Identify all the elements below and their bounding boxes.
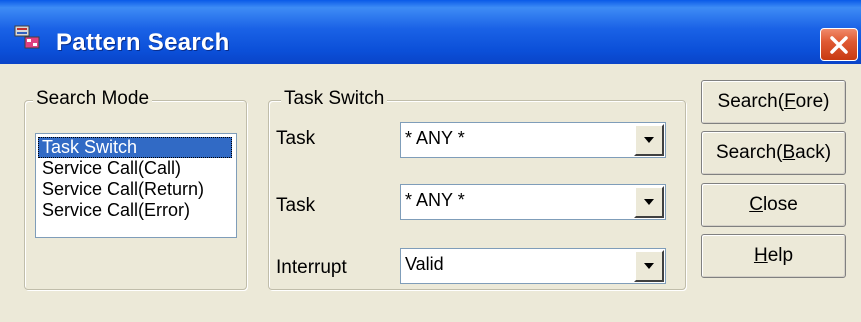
- help-button[interactable]: Help: [701, 234, 846, 278]
- list-item-task-switch[interactable]: Task Switch: [38, 137, 232, 158]
- interrupt-combo-value: Valid: [405, 254, 444, 274]
- task-combo-2-value: * ANY *: [405, 190, 465, 210]
- task-combo-2[interactable]: * ANY *: [400, 184, 666, 220]
- search-fore-label-post: ore): [795, 91, 830, 112]
- search-back-label-post: ack): [795, 142, 832, 163]
- search-mode-list[interactable]: Task Switch Service Call(Call) Service C…: [35, 133, 237, 238]
- task-combo-1-value: * ANY *: [405, 128, 465, 148]
- chevron-down-icon: [644, 137, 654, 143]
- search-back-button[interactable]: Search(Back): [701, 131, 846, 175]
- chevron-down-icon: [644, 199, 654, 205]
- help-label-post: elp: [767, 245, 794, 266]
- task-combo-1[interactable]: * ANY *: [400, 122, 666, 158]
- close-button[interactable]: Close: [701, 183, 846, 227]
- chevron-down-icon: [644, 263, 654, 269]
- close-label-post: lose: [762, 194, 798, 215]
- search-fore-label-pre: Search(: [717, 91, 785, 112]
- window-title: Pattern Search: [56, 29, 230, 56]
- close-mnemonic: C: [749, 194, 763, 215]
- search-fore-button[interactable]: Search(Fore): [701, 80, 846, 124]
- title-bar[interactable]: Pattern Search: [0, 0, 861, 64]
- interrupt-combo[interactable]: Valid: [400, 248, 666, 284]
- task-switch-legend: Task Switch: [281, 88, 388, 110]
- task-label-1: Task: [276, 128, 316, 149]
- task-label-2: Task: [276, 195, 316, 216]
- pattern-search-dialog: Pattern Search Search Mode Task Switch S…: [0, 0, 861, 322]
- close-icon: [830, 36, 848, 54]
- close-window-button[interactable]: [820, 28, 858, 61]
- search-fore-mnemonic: F: [784, 91, 796, 112]
- list-item-service-call-call[interactable]: Service Call(Call): [38, 158, 181, 179]
- interrupt-label: Interrupt: [276, 257, 347, 278]
- search-back-label-pre: Search(: [715, 142, 783, 163]
- app-icon: [14, 24, 50, 50]
- list-item-service-call-error[interactable]: Service Call(Error): [38, 200, 190, 221]
- search-mode-legend: Search Mode: [33, 88, 153, 110]
- interrupt-combo-dropdown-button[interactable]: [634, 250, 664, 282]
- search-back-mnemonic: B: [782, 142, 796, 163]
- task-combo-2-dropdown-button[interactable]: [634, 186, 664, 218]
- help-mnemonic: H: [753, 245, 768, 266]
- list-item-service-call-return[interactable]: Service Call(Return): [38, 179, 204, 200]
- task-combo-1-dropdown-button[interactable]: [634, 124, 664, 156]
